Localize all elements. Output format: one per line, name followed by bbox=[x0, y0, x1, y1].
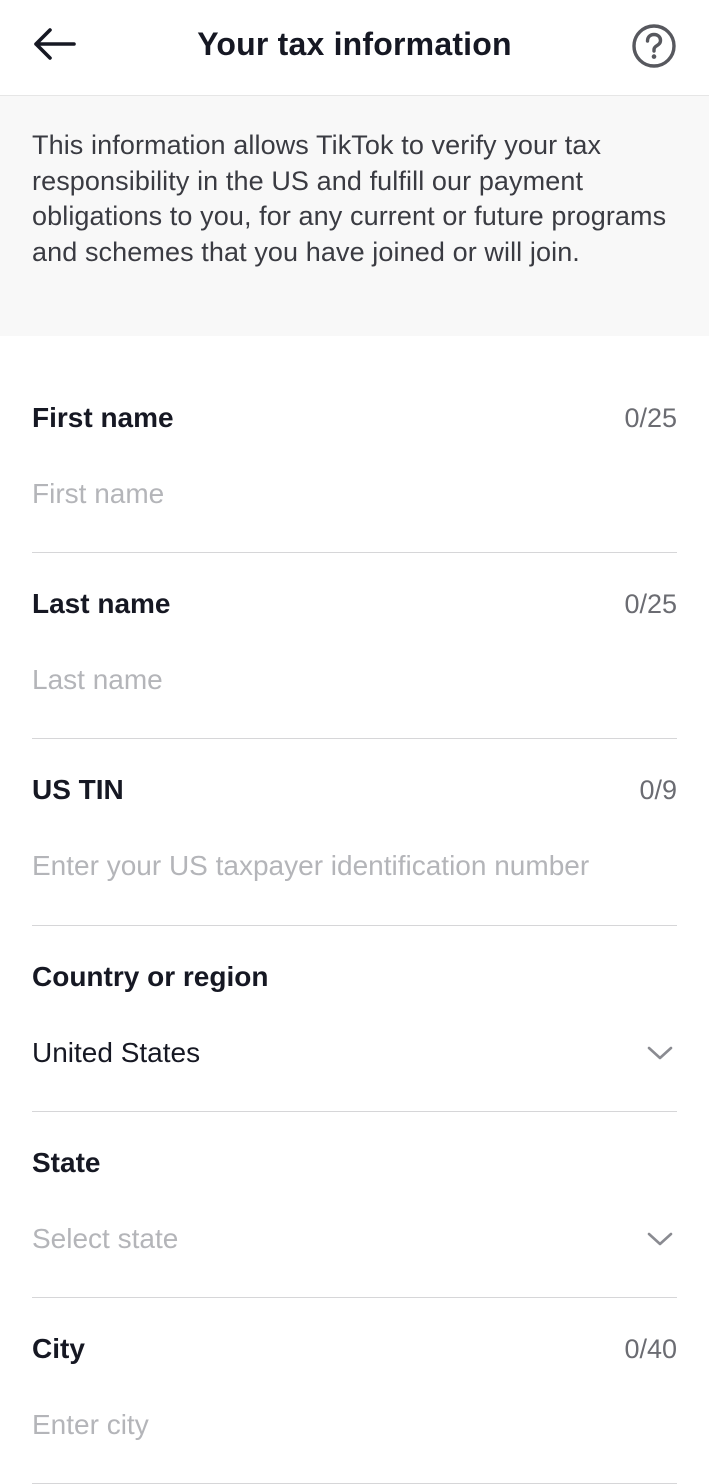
state-label: State bbox=[32, 1147, 101, 1178]
chevron-down-icon bbox=[647, 1232, 673, 1246]
intro-section: This information allows TikTok to verify… bbox=[0, 96, 709, 336]
top-navigation-bar: Your tax information bbox=[0, 0, 709, 96]
country-label-row: Country or region bbox=[32, 957, 677, 997]
state-select[interactable]: Select state bbox=[32, 1211, 677, 1267]
chevron-down-icon bbox=[647, 1046, 673, 1060]
country-field: Country or region United States bbox=[32, 957, 677, 1112]
state-field: State Select state bbox=[32, 1143, 677, 1298]
last-name-label: Last name bbox=[32, 588, 171, 619]
country-label: Country or region bbox=[32, 961, 269, 992]
last-name-label-row: Last name 0/25 bbox=[32, 584, 677, 624]
us-tin-label-row: US TIN 0/9 bbox=[32, 770, 677, 810]
country-selected-value: United States bbox=[32, 1037, 201, 1068]
first-name-label: First name bbox=[32, 402, 174, 433]
us-tin-label: US TIN bbox=[32, 774, 124, 805]
city-label-row: City 0/40 bbox=[32, 1329, 677, 1369]
first-name-input[interactable] bbox=[32, 466, 677, 522]
last-name-char-counter: 0/25 bbox=[624, 589, 677, 619]
last-name-field: Last name 0/25 bbox=[32, 584, 677, 739]
us-tin-field: US TIN 0/9 bbox=[32, 770, 677, 926]
help-button[interactable] bbox=[628, 22, 680, 70]
page-title: Your tax information bbox=[197, 26, 512, 62]
first-name-char-counter: 0/25 bbox=[624, 403, 677, 433]
us-tin-input[interactable] bbox=[32, 838, 677, 894]
state-placeholder: Select state bbox=[32, 1223, 179, 1254]
question-circle-icon bbox=[632, 24, 676, 68]
us-tin-char-counter: 0/9 bbox=[639, 775, 677, 805]
first-name-label-row: First name 0/25 bbox=[32, 398, 677, 438]
first-name-field: First name 0/25 bbox=[32, 398, 677, 553]
intro-text: This information allows TikTok to verify… bbox=[32, 130, 667, 267]
state-label-row: State bbox=[32, 1143, 677, 1183]
last-name-input[interactable] bbox=[32, 652, 677, 708]
city-char-counter: 0/40 bbox=[624, 1334, 677, 1364]
city-input[interactable] bbox=[32, 1397, 677, 1453]
city-field: City 0/40 bbox=[32, 1329, 677, 1484]
city-label: City bbox=[32, 1333, 85, 1364]
country-select[interactable]: United States bbox=[32, 1025, 677, 1081]
